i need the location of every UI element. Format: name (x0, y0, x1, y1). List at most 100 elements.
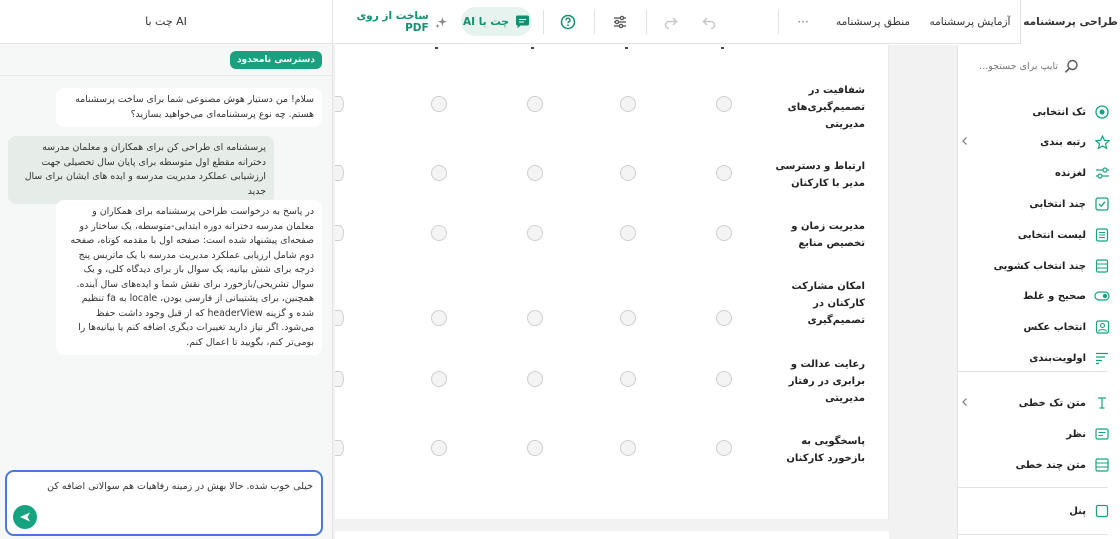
matrix-radio-option[interactable] (620, 310, 636, 326)
sidebar-item-label: لغزنده (1054, 167, 1086, 179)
matrix-radio-option[interactable] (527, 371, 543, 387)
chat-input-box: خیلی خوب شده. حالا بهش در زمینه رفاهیات … (5, 470, 323, 536)
sidebar-item-label: نظر (1066, 428, 1086, 440)
more-button[interactable]: ··· (793, 0, 813, 44)
matrix-radio-option[interactable] (335, 225, 344, 241)
ai-chat-button-label: چت با AI (463, 15, 509, 28)
sidebar-item-comment[interactable]: نظر (960, 422, 1110, 446)
chat-input[interactable]: خیلی خوب شده. حالا بهش در زمینه رفاهیات … (7, 472, 321, 534)
toolbox-search-input[interactable] (958, 60, 1058, 72)
chevron-left-icon[interactable] (960, 397, 970, 410)
sidebar-divider (958, 371, 1108, 372)
matrix-radio-option[interactable] (716, 371, 732, 387)
build-from-pdf-button[interactable]: ساخت از روی PDF (347, 0, 447, 44)
matrix-radio-option[interactable] (431, 225, 447, 241)
matrix-radio-option[interactable] (527, 96, 543, 112)
sidebar-item-star[interactable]: رتبه بندی (960, 130, 1110, 154)
sidebar-item-image[interactable]: انتخاب عکس (960, 315, 1110, 339)
matrix-radio-option[interactable] (620, 96, 636, 112)
matrix-radio-option[interactable] (431, 96, 447, 112)
matrix-radio-option[interactable] (431, 440, 447, 456)
multiline-text-icon (1094, 457, 1110, 473)
chat-message-user: پرسشنامه ای طراحی کن برای همکاران و معلم… (8, 136, 274, 204)
matrix-radio-option[interactable] (335, 96, 344, 112)
tab-survey-test[interactable]: آزمایش پرسشنامه (929, 0, 1011, 44)
matrix-column-header (721, 39, 724, 49)
sidebar-divider (958, 487, 1108, 488)
sidebar-item-panel[interactable]: پنل (960, 499, 1110, 523)
search-icon (1064, 59, 1078, 73)
undo-button[interactable] (699, 12, 719, 32)
help-button[interactable] (558, 12, 578, 32)
sidebar-item-label: متن چند خطی (1015, 459, 1086, 471)
build-from-pdf-label: ساخت از روی PDF (356, 10, 429, 34)
slider-icon (1094, 165, 1110, 181)
tab-survey-design-label: طراحی پرسشنامه (1023, 16, 1118, 28)
redo-button[interactable] (661, 12, 681, 32)
matrix-radio-option[interactable] (620, 440, 636, 456)
matrix-radio-option[interactable] (527, 165, 543, 181)
matrix-row-label: مدیریت زمان و تخصیص منابع (791, 221, 865, 249)
matrix-radio-option[interactable] (620, 371, 636, 387)
tab-survey-logic[interactable]: منطق پرسشنامه (833, 0, 913, 44)
tab-survey-test-label: آزمایش پرسشنامه (929, 16, 1011, 28)
send-button[interactable] (13, 505, 37, 529)
sidebar-item-dropdown-list[interactable]: چند انتخاب کشویی (960, 254, 1110, 278)
sidebar-item-multiline-text[interactable]: متن چند خطی (960, 453, 1110, 477)
toolbar-divider (778, 10, 779, 34)
sidebar-item-checkbox[interactable]: چند انتخابی (960, 192, 1110, 216)
matrix-radio-option[interactable] (716, 310, 732, 326)
undo-icon (702, 17, 716, 30)
sidebar-item-ranking[interactable]: اولویت‌بندی (960, 346, 1110, 370)
matrix-question-card: شفافیت در تصمیم‌گیری‌های مدیریتی ارتباط و… (335, 45, 889, 519)
matrix-radio-option[interactable] (620, 165, 636, 181)
matrix-radio-option[interactable] (716, 96, 732, 112)
matrix-column-header (531, 39, 534, 49)
matrix-column-header (625, 39, 628, 49)
ai-chat-button[interactable]: چت با AI (461, 7, 532, 36)
ranking-icon (1094, 350, 1110, 366)
matrix-row-label: پاسخگویی به بازخورد کارکنان (786, 436, 865, 464)
matrix-radio-option[interactable] (527, 310, 543, 326)
next-question-card (335, 531, 889, 539)
text-line-icon (1094, 395, 1110, 411)
settings-button[interactable] (610, 12, 630, 32)
sidebar-divider (958, 534, 1108, 535)
sidebar-item-label: پنل (1069, 505, 1086, 517)
checkbox-icon (1094, 196, 1110, 212)
ai-chat-panel: چت با AI دسترسی نامحدود سلام! من دستیار … (0, 0, 333, 539)
star-icon (1094, 134, 1110, 150)
matrix-radio-option[interactable] (716, 440, 732, 456)
sidebar-item-label: لیست انتخابی (1017, 229, 1086, 241)
matrix-radio-option[interactable] (335, 440, 344, 456)
sidebar-item-text-line[interactable]: متن تک خطی (960, 391, 1110, 415)
sidebar-item-radio[interactable]: تک انتخابی (960, 100, 1110, 124)
sparkle-icon (434, 16, 447, 28)
matrix-radio-option[interactable] (431, 371, 447, 387)
chevron-left-icon[interactable] (960, 136, 970, 149)
send-icon (20, 512, 30, 522)
matrix-radio-option[interactable] (431, 165, 447, 181)
sidebar-item-label: چند انتخاب کشویی (993, 260, 1086, 272)
image-icon (1094, 319, 1110, 335)
more-icon: ··· (797, 15, 809, 29)
help-icon (560, 14, 576, 30)
matrix-radio-option[interactable] (716, 225, 732, 241)
matrix-radio-option[interactable] (431, 310, 447, 326)
toolbar-divider (646, 10, 647, 34)
chat-title: چت با AI (145, 15, 187, 28)
matrix-radio-option[interactable] (335, 165, 344, 181)
matrix-radio-option[interactable] (527, 440, 543, 456)
sidebar-item-slider[interactable]: لغزنده (960, 161, 1110, 185)
sidebar-item-label: چند انتخابی (1029, 198, 1086, 210)
matrix-radio-option[interactable] (716, 165, 732, 181)
chat-message-ai: در پاسخ به درخواست طراحی پرسشنامه برای ه… (56, 200, 322, 355)
matrix-radio-option[interactable] (335, 310, 344, 326)
matrix-radio-option[interactable] (527, 225, 543, 241)
matrix-radio-option[interactable] (335, 371, 344, 387)
sidebar-item-toggle[interactable]: صحیح و غلط (960, 284, 1110, 308)
tab-survey-design[interactable]: طراحی پرسشنامه (1020, 0, 1120, 44)
chat-badge-row: دسترسی نامحدود (0, 44, 332, 76)
matrix-radio-option[interactable] (620, 225, 636, 241)
sidebar-item-list[interactable]: لیست انتخابی (960, 223, 1110, 247)
